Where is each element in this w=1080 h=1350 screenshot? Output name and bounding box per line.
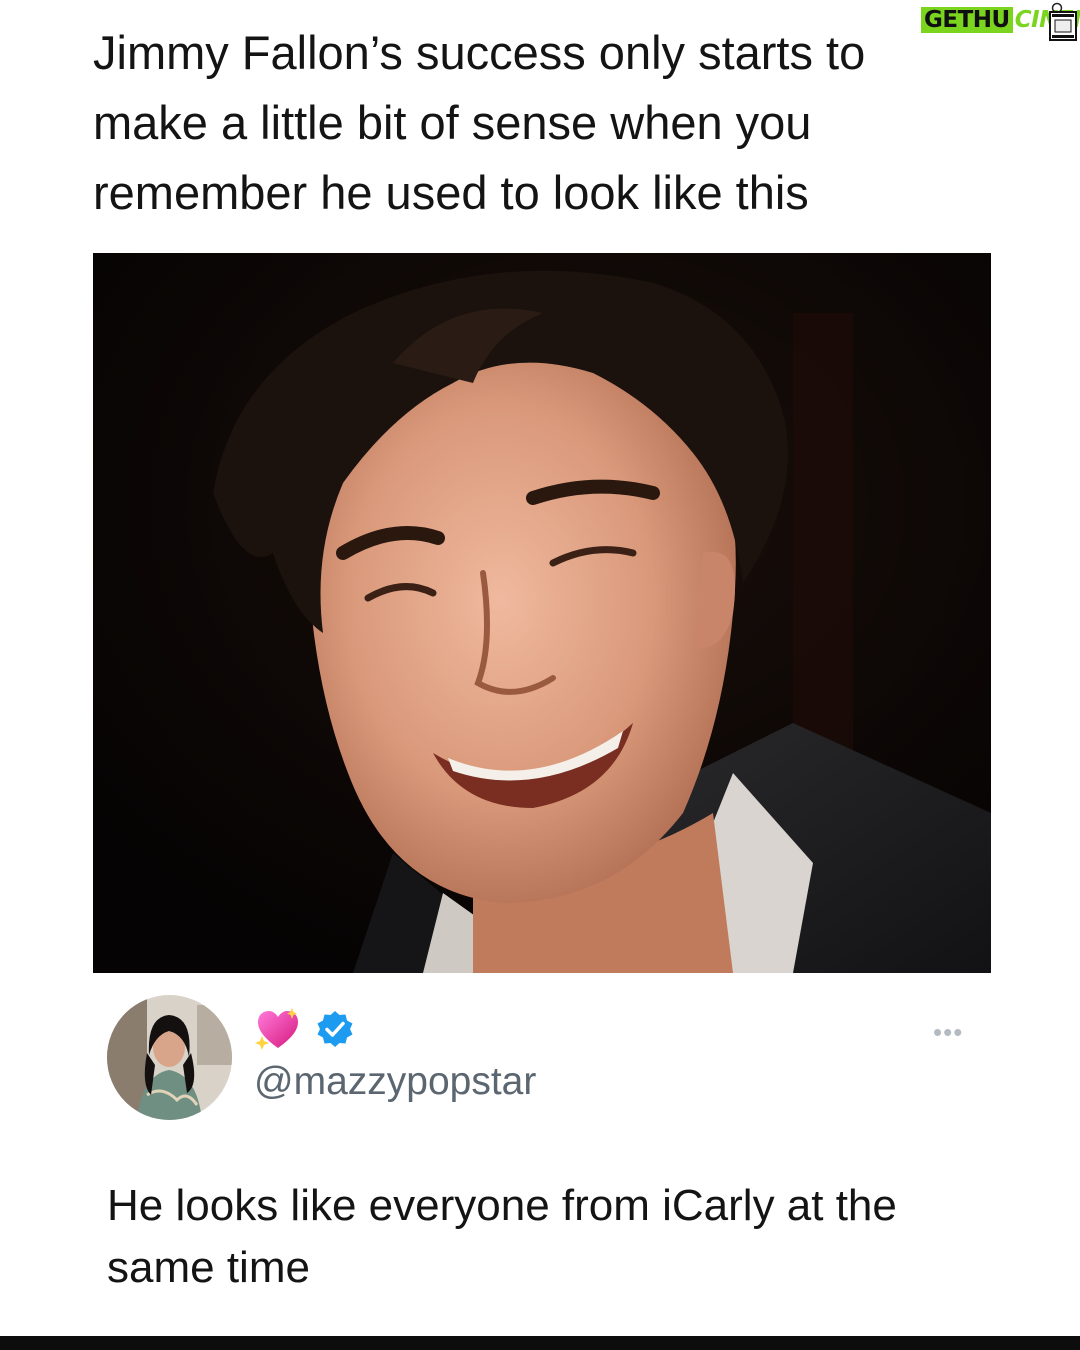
reply-card[interactable]: @mazzypopstar ••• He looks like everyone… xyxy=(0,990,1080,1320)
film-reel-icon xyxy=(1049,2,1077,41)
bottom-divider xyxy=(0,1336,1080,1350)
more-options-button[interactable]: ••• xyxy=(933,1019,963,1045)
tweet-text: Jimmy Fallon’s success only starts to ma… xyxy=(93,26,866,219)
watermark-part-1: GETHU xyxy=(921,7,1013,33)
post-photo[interactable] xyxy=(93,253,991,973)
sparkling-heart-icon xyxy=(255,1008,298,1050)
avatar[interactable] xyxy=(107,995,232,1120)
reply-text: He looks like everyone from iCarly at th… xyxy=(107,1181,897,1292)
reply-handle[interactable]: @mazzypopstar xyxy=(254,1060,536,1104)
watermark-logo: GETHUCINEMA xyxy=(917,0,1080,46)
verified-badge-icon xyxy=(317,1011,353,1047)
